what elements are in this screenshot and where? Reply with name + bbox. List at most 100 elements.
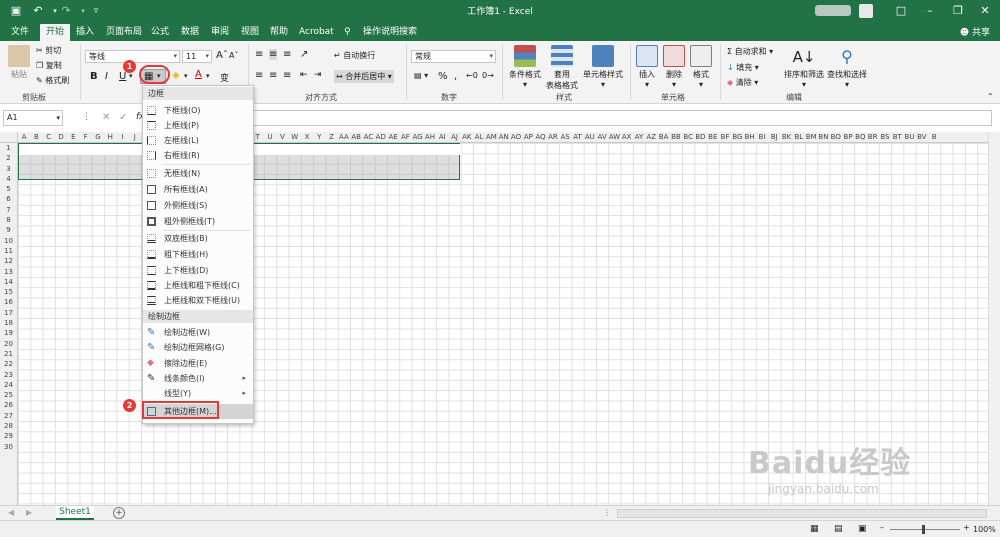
column-header[interactable]: BN bbox=[817, 132, 829, 142]
menu-item-right-border[interactable]: 右框线(R) bbox=[143, 148, 253, 163]
tab-page-layout[interactable]: 页面布局 bbox=[100, 24, 148, 41]
menu-item-outside-borders[interactable]: 外侧框线(S) bbox=[143, 198, 253, 213]
lightbulb-icon[interactable]: ⚲ bbox=[342, 24, 357, 41]
column-header[interactable]: C bbox=[43, 132, 55, 142]
chevron-down-icon[interactable]: ▾ bbox=[184, 72, 188, 80]
row-header[interactable]: 24 bbox=[0, 380, 17, 390]
column-header[interactable]: BG bbox=[731, 132, 743, 142]
font-size-select[interactable]: 11 ▾ bbox=[182, 50, 212, 63]
row-header[interactable]: 7 bbox=[0, 205, 17, 215]
horizontal-scrollbar[interactable] bbox=[617, 509, 987, 518]
column-header[interactable]: AC bbox=[362, 132, 374, 142]
row-header[interactable]: 17 bbox=[0, 308, 17, 318]
indent-decrease-icon[interactable]: ⇤ bbox=[300, 70, 308, 80]
menu-item-draw-border[interactable]: ✎ 绘制边框(W) bbox=[143, 325, 253, 340]
bold-button[interactable]: B bbox=[90, 71, 98, 82]
column-header[interactable]: BA bbox=[657, 132, 669, 142]
formula-input[interactable] bbox=[154, 110, 992, 126]
column-header[interactable]: BJ bbox=[768, 132, 780, 142]
merge-center-button[interactable]: ↔ 合并后居中 ▾ bbox=[334, 70, 394, 83]
tab-home[interactable]: 开始 bbox=[40, 24, 71, 41]
row-header[interactable]: 28 bbox=[0, 421, 17, 431]
row-header[interactable]: 14 bbox=[0, 277, 17, 287]
column-header[interactable]: AB bbox=[350, 132, 362, 142]
column-header[interactable]: W bbox=[289, 132, 301, 142]
normal-view-icon[interactable]: ▦ bbox=[810, 524, 819, 534]
column-header[interactable]: AS bbox=[559, 132, 571, 142]
column-header[interactable]: AH bbox=[424, 132, 436, 142]
enter-icon[interactable]: ✓ bbox=[119, 112, 127, 123]
align-top-icon[interactable]: ≡ bbox=[255, 49, 263, 60]
phonetic-icon[interactable]: 变 bbox=[220, 71, 229, 84]
column-header[interactable]: AG bbox=[412, 132, 424, 142]
menu-item-thick-bottom-border[interactable]: 粗下框线(H) bbox=[143, 247, 253, 262]
column-header[interactable]: G bbox=[92, 132, 104, 142]
column-header[interactable]: BQ bbox=[854, 132, 866, 142]
column-header[interactable]: A bbox=[18, 132, 30, 142]
column-header[interactable]: H bbox=[104, 132, 116, 142]
column-header[interactable]: F bbox=[79, 132, 91, 142]
tab-review[interactable]: 审阅 bbox=[205, 24, 235, 41]
column-header[interactable]: BF bbox=[719, 132, 731, 142]
row-header[interactable]: 19 bbox=[0, 328, 17, 338]
row-header[interactable]: 30 bbox=[0, 442, 17, 452]
close-icon[interactable]: ✕ bbox=[977, 3, 993, 19]
column-header[interactable]: AY bbox=[633, 132, 645, 142]
insert-cells-button[interactable]: 插入 ▾ bbox=[635, 45, 659, 89]
number-format-select[interactable]: 常规 ▾ bbox=[411, 50, 496, 63]
column-header[interactable]: AU bbox=[584, 132, 596, 142]
column-header[interactable]: E bbox=[67, 132, 79, 142]
format-painter-button[interactable]: ✎ 格式刷 bbox=[36, 75, 69, 86]
zoom-slider[interactable] bbox=[890, 529, 960, 530]
row-header[interactable]: 23 bbox=[0, 370, 17, 380]
column-header[interactable]: AX bbox=[621, 132, 633, 142]
column-header[interactable]: AL bbox=[473, 132, 485, 142]
font-color-icon[interactable]: A bbox=[195, 69, 202, 80]
conditional-format-button[interactable]: 条件格式 ▾ bbox=[507, 45, 543, 89]
row-header[interactable]: 16 bbox=[0, 297, 17, 307]
row-header[interactable]: 15 bbox=[0, 287, 17, 297]
scroll-left-icon[interactable]: ◀ bbox=[8, 508, 14, 517]
column-header[interactable]: AW bbox=[608, 132, 620, 142]
chevron-down-icon[interactable]: ▾ bbox=[129, 72, 133, 80]
underline-button[interactable]: U bbox=[119, 71, 126, 82]
tab-formulas[interactable]: 公式 bbox=[145, 24, 175, 41]
column-header[interactable]: BP bbox=[842, 132, 854, 142]
menu-item-line-style[interactable]: 线型(Y) ▸ bbox=[143, 386, 253, 401]
column-header[interactable]: BL bbox=[793, 132, 805, 142]
row-header[interactable]: 13 bbox=[0, 267, 17, 277]
menu-item-top-thick-bottom-border[interactable]: 上框线和粗下框线(C) bbox=[143, 278, 253, 293]
collapse-ribbon-icon[interactable]: ⌃ bbox=[987, 92, 994, 101]
row-header[interactable]: 22 bbox=[0, 359, 17, 369]
align-right-icon[interactable]: ≡ bbox=[283, 70, 291, 81]
row-header[interactable]: 10 bbox=[0, 236, 17, 246]
column-header[interactable]: AO bbox=[510, 132, 522, 142]
menu-item-top-border[interactable]: 上框线(P) bbox=[143, 118, 253, 133]
menu-item-draw-border-grid[interactable]: ✎ 绘制边框网格(G) bbox=[143, 340, 253, 355]
align-left-icon[interactable]: ≡ bbox=[255, 70, 263, 81]
row-header[interactable]: 18 bbox=[0, 318, 17, 328]
currency-icon[interactable]: ▤ ▾ bbox=[414, 71, 428, 80]
share-button[interactable]: ☻ 共享 bbox=[960, 25, 990, 38]
find-select-button[interactable]: ⚲ 查找和选择 ▾ bbox=[826, 45, 868, 89]
column-header[interactable]: Z bbox=[325, 132, 337, 142]
grow-font-icon[interactable]: Aˆ bbox=[216, 50, 228, 61]
zoom-slider-thumb[interactable] bbox=[922, 525, 925, 534]
column-header[interactable]: AZ bbox=[645, 132, 657, 142]
column-header[interactable]: BC bbox=[682, 132, 694, 142]
column-header[interactable]: BE bbox=[707, 132, 719, 142]
column-header[interactable]: AI bbox=[436, 132, 448, 142]
column-header[interactable]: AE bbox=[387, 132, 399, 142]
column-header[interactable]: AR bbox=[547, 132, 559, 142]
column-header[interactable]: BM bbox=[805, 132, 817, 142]
clear-button[interactable]: ◆ 清除 ▾ bbox=[727, 77, 758, 88]
column-header[interactable]: BI bbox=[756, 132, 768, 142]
column-header[interactable]: Y bbox=[313, 132, 325, 142]
column-header[interactable]: AN bbox=[498, 132, 510, 142]
column-header[interactable]: BH bbox=[744, 132, 756, 142]
sheet-tab[interactable]: Sheet1 bbox=[56, 506, 94, 520]
column-header[interactable]: D bbox=[55, 132, 67, 142]
orientation-icon[interactable]: ↗ bbox=[300, 49, 308, 60]
zoom-level[interactable]: 100% bbox=[973, 525, 996, 534]
increase-decimal-icon[interactable]: ←0 bbox=[466, 71, 478, 80]
